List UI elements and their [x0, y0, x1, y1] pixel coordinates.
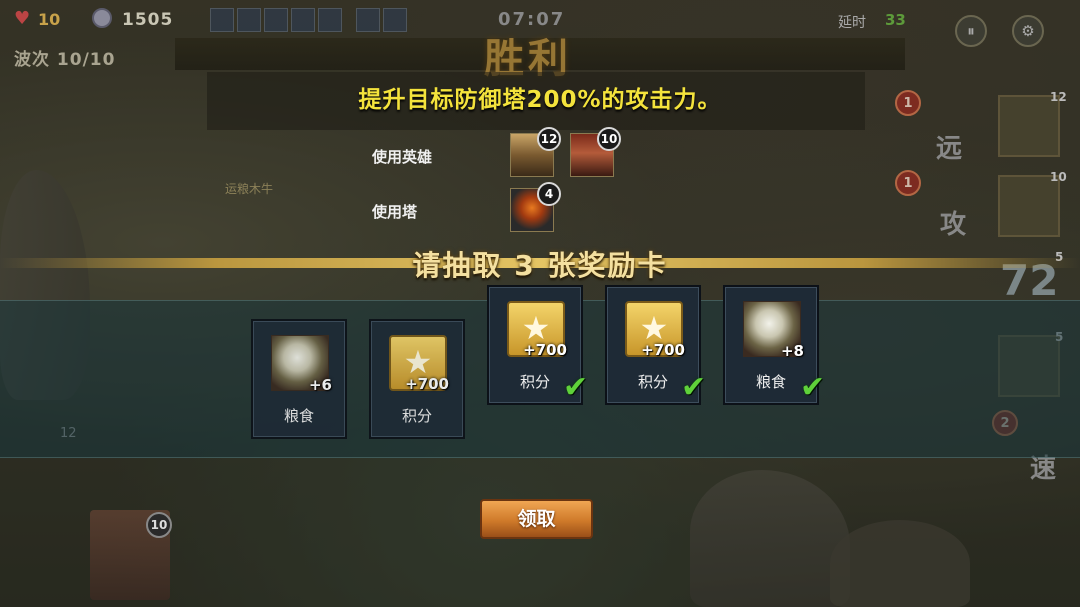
hero-level-badge: 10 — [146, 512, 172, 538]
reward-card[interactable]: +6 粮食 — [251, 319, 347, 439]
hero-level-badge: 10 — [597, 127, 621, 151]
coin-icon — [92, 8, 112, 28]
points-star-icon: ★ +700 — [625, 301, 685, 359]
reward-amount: +700 — [523, 341, 567, 359]
points-star-icon: ★ +700 — [507, 301, 567, 359]
reward-amount: +8 — [780, 342, 804, 360]
draw-prompt: 请抽取 3 张奖励卡 — [412, 249, 668, 282]
grain-icon: +6 — [271, 335, 332, 394]
upgrade-badge: 1 — [895, 170, 921, 196]
wave-counter: 波次 10/10 — [14, 45, 115, 70]
tower-card-count: 10 — [1050, 170, 1067, 184]
reward-amount: +700 — [641, 341, 685, 359]
coin-value: 1505 — [122, 10, 174, 30]
pause-icon[interactable]: ⏸ — [955, 15, 987, 47]
reward-amount: +6 — [308, 376, 332, 394]
heart-icon: ♥ — [14, 8, 31, 29]
wave-value: 10/10 — [56, 50, 116, 70]
skill-slot — [318, 8, 342, 32]
checkmark-icon: ✔ — [681, 370, 707, 405]
skill-slot — [210, 8, 234, 32]
hero-level-badge: 12 — [537, 127, 561, 151]
tower-card[interactable] — [998, 175, 1060, 237]
checkmark-icon: ✔ — [800, 370, 826, 405]
range-label: 远 — [936, 134, 963, 164]
reward-card[interactable]: ★ +700 积分 — [369, 319, 465, 439]
points-star-icon: ★ +700 — [389, 335, 449, 393]
skill-slot — [291, 8, 315, 32]
reward-name: 粮食 — [283, 407, 314, 425]
cart-label: 运粮木牛 — [225, 182, 274, 196]
attack-label: 攻 — [940, 210, 967, 240]
grain-icon: +8 — [743, 301, 804, 360]
heroes-used-label: 使用英雄 — [372, 148, 433, 166]
skill-slot — [383, 8, 407, 32]
tower-level-badge: 4 — [537, 182, 561, 206]
gear-icon[interactable]: ⚙ — [1012, 15, 1044, 47]
skill-slot — [356, 8, 380, 32]
goal-text: 提升目标防御塔200%的攻击力。 — [358, 87, 722, 113]
reward-name: 积分 — [401, 407, 432, 425]
hp-value: 10 — [38, 10, 61, 29]
skill-slot — [264, 8, 288, 32]
skill-slot — [237, 8, 261, 32]
towers-used-label: 使用塔 — [372, 203, 418, 221]
delay-label: 延时 — [838, 15, 866, 31]
delay-value: 33 — [885, 11, 906, 29]
checkmark-icon: ✔ — [563, 370, 589, 405]
wave-label: 波次 — [14, 50, 50, 70]
reward-amount: +700 — [405, 375, 449, 393]
claim-button[interactable]: 领取 — [480, 499, 593, 539]
